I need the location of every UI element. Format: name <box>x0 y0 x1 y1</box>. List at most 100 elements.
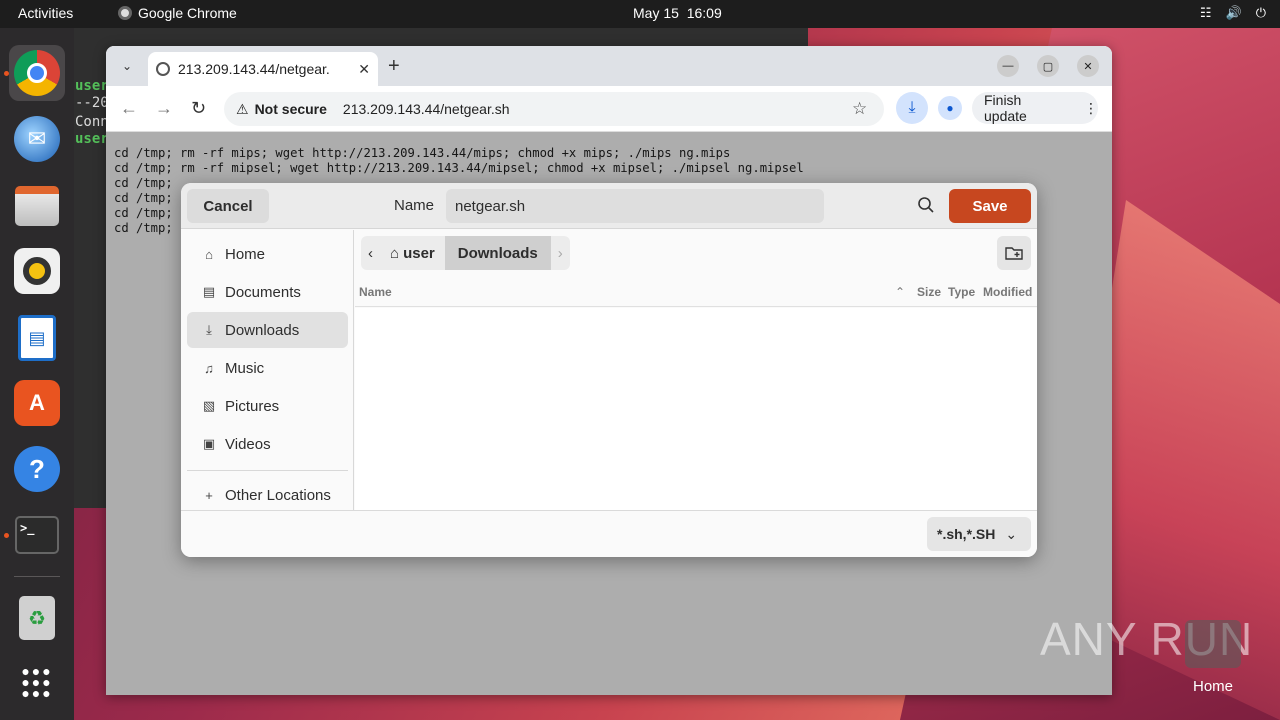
sidebar-separator <box>187 470 348 471</box>
url-text: 213.209.143.44/netgear.sh <box>342 101 510 117</box>
column-name[interactable]: Name <box>359 285 392 299</box>
dock-terminal[interactable]: >_ <box>9 507 65 563</box>
network-icon: ☷ <box>1199 5 1212 20</box>
volume-icon: 🔊 <box>1225 5 1242 20</box>
dock-rhythmbox[interactable] <box>9 243 65 299</box>
cancel-button[interactable]: Cancel <box>187 189 269 223</box>
kebab-menu-icon: ⋮ <box>1084 99 1098 116</box>
terminal-line: user <box>75 78 109 94</box>
terminal-line: Conn <box>75 114 109 130</box>
help-icon: ? <box>14 446 60 492</box>
bookmark-star-icon[interactable]: ☆ <box>852 99 867 119</box>
browser-toolbar: ← → ↻ ⚠ Not secure 213.209.143.44/netgea… <box>106 86 1112 132</box>
chevron-down-icon: ⌄ <box>1005 525 1018 542</box>
documents-icon: ▤ <box>202 284 216 299</box>
sidebar-item-other-locations[interactable]: + Other Locations <box>187 477 348 513</box>
dock-show-apps[interactable]: ●●● ●●● ●●● <box>9 654 65 710</box>
new-tab-button[interactable]: + <box>388 55 400 78</box>
sidebar-item-documents[interactable]: ▤ Documents <box>187 274 348 310</box>
finish-update-button[interactable]: Finish update ⋮ <box>972 92 1098 124</box>
path-label: Downloads <box>457 244 538 262</box>
sidebar-item-music[interactable]: ♫ Music <box>187 350 348 386</box>
save-button[interactable]: Save <box>949 189 1031 223</box>
save-file-dialog: Cancel Name netgear.sh Save ⌂ Home ▤ Doc… <box>181 183 1037 557</box>
reload-button[interactable]: ↻ <box>191 98 206 119</box>
sidebar-item-label: Music <box>225 359 265 377</box>
chrome-small-icon <box>118 6 132 20</box>
new-folder-button[interactable] <box>997 236 1031 270</box>
desktop-home-label[interactable]: Home <box>1193 678 1233 695</box>
top-bar: Activities Google Chrome May 15 16:09 ☷ … <box>0 0 1280 28</box>
app-name: Google Chrome <box>138 5 237 21</box>
sidebar-item-downloads[interactable]: ⤓ Downloads <box>187 312 348 348</box>
filename-input[interactable]: netgear.sh <box>446 189 824 223</box>
dock-writer[interactable]: ▤ <box>9 310 65 366</box>
address-bar[interactable]: ⚠ Not secure 213.209.143.44/netgear.sh <box>224 92 884 126</box>
tab-search-button[interactable]: ⌄ <box>115 54 139 78</box>
power-icon: ⏻ <box>1255 5 1266 20</box>
sidebar-item-home[interactable]: ⌂ Home <box>187 236 348 272</box>
places-sidebar: ⌂ Home ▤ Documents ⤓ Downloads ♫ Music ▧… <box>181 230 354 510</box>
apps-grid-icon: ●●● ●●● ●●● <box>21 662 53 701</box>
plus-icon: + <box>205 487 213 503</box>
warning-icon: ⚠ <box>236 100 249 117</box>
sidebar-item-label: Pictures <box>225 397 280 415</box>
path-back-button[interactable]: ‹ <box>361 236 380 270</box>
browser-tab[interactable]: 213.209.143.44/netgear. ✕ <box>148 52 378 86</box>
dialog-header: Cancel Name netgear.sh Save <box>181 183 1037 229</box>
close-window-button[interactable]: ✕ <box>1077 55 1099 77</box>
path-segment-user[interactable]: ⌂ user <box>380 236 445 270</box>
file-list[interactable] <box>355 308 1037 510</box>
activities-button[interactable]: Activities <box>18 5 73 21</box>
sidebar-item-pictures[interactable]: ▧ Pictures <box>187 388 348 424</box>
path-forward-button[interactable]: › <box>550 236 570 270</box>
sidebar-item-label: Videos <box>225 435 271 453</box>
videos-icon: ▣ <box>202 436 216 451</box>
globe-icon <box>156 62 170 76</box>
sidebar-item-videos[interactable]: ▣ Videos <box>187 426 348 462</box>
column-size[interactable]: Size <box>917 285 941 299</box>
app-menu[interactable]: Google Chrome <box>118 5 237 21</box>
system-tray[interactable]: ☷ 🔊 ⏻ <box>1200 5 1266 21</box>
finish-update-label: Finish update <box>984 92 1027 124</box>
minimize-button[interactable]: — <box>997 55 1019 77</box>
sidebar-item-label: Home <box>225 245 266 263</box>
dock-chrome[interactable] <box>9 45 65 101</box>
home-icon: ⌂ <box>205 246 213 262</box>
download-button[interactable]: ⤓ <box>896 92 928 124</box>
downloads-icon: ⤓ <box>206 322 212 337</box>
dock-thunderbird[interactable]: ✉ <box>9 111 65 167</box>
maximize-button[interactable]: ▢ <box>1037 55 1059 77</box>
column-modified[interactable]: Modified <box>983 285 1032 299</box>
tab-strip: ⌄ 213.209.143.44/netgear. ✕ + — ▢ ✕ <box>106 46 1112 86</box>
search-icon[interactable] <box>917 196 935 214</box>
files-icon <box>15 186 59 226</box>
name-label: Name <box>394 197 435 214</box>
profile-avatar[interactable]: ● <box>938 96 962 120</box>
terminal-icon: >_ <box>15 516 59 554</box>
dock: ✉ ▤ A ? >_ ♻ ●●● ●●● ●●● <box>0 28 74 720</box>
file-type-filter[interactable]: *.sh,*.SH ⌄ <box>927 517 1031 551</box>
dock-trash[interactable]: ♻ <box>9 590 65 646</box>
chevron-down-icon: ⌄ <box>121 59 133 73</box>
dialog-footer: *.sh,*.SH ⌄ <box>181 510 1037 557</box>
dock-separator <box>14 576 60 577</box>
clock[interactable]: May 15 16:09 <box>633 5 722 21</box>
dock-software[interactable]: A <box>9 375 65 431</box>
path-segment-downloads[interactable]: Downloads <box>444 236 551 270</box>
path-label: user <box>403 244 435 262</box>
filename-value: netgear.sh <box>455 197 526 215</box>
close-tab-icon[interactable]: ✕ <box>358 61 370 78</box>
home-folder-icon[interactable] <box>1185 620 1241 668</box>
software-icon: A <box>14 380 60 426</box>
forward-button[interactable]: → <box>155 98 173 119</box>
back-button[interactable]: ← <box>120 98 138 119</box>
music-icon: ♫ <box>204 360 214 376</box>
new-folder-icon <box>1005 247 1023 260</box>
home-icon: ⌂ <box>390 244 400 262</box>
not-secure-label[interactable]: Not secure <box>255 101 327 117</box>
column-type[interactable]: Type <box>948 285 975 299</box>
dock-files[interactable] <box>9 178 65 234</box>
pictures-icon: ▧ <box>202 398 216 413</box>
dock-help[interactable]: ? <box>9 441 65 497</box>
